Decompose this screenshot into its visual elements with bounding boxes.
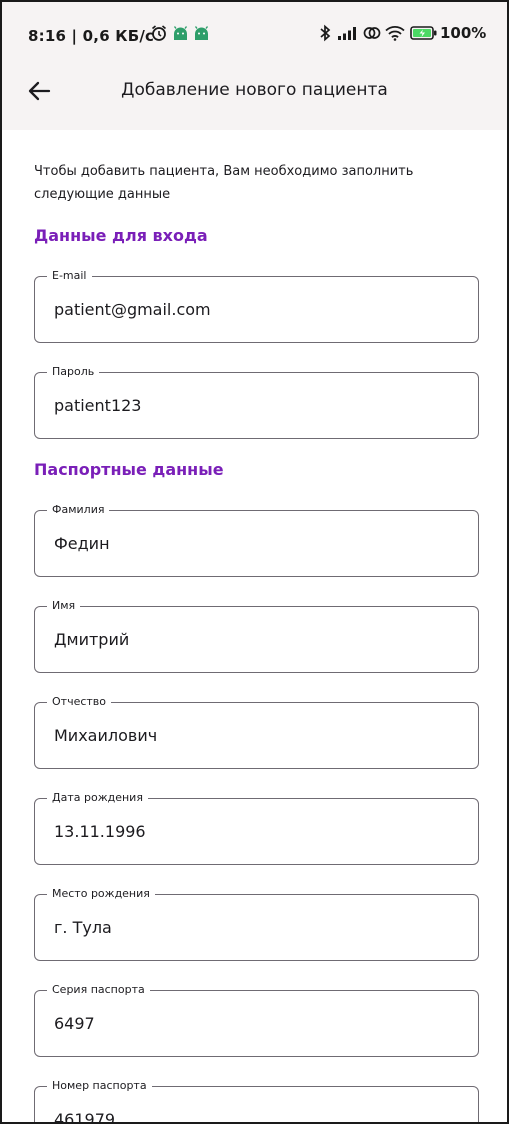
patronymic-field-value[interactable]: Михаилович bbox=[54, 726, 157, 746]
page-title: Добавление нового пациента bbox=[121, 80, 388, 100]
last-name-field[interactable]: Фамилия Федин bbox=[34, 503, 479, 577]
password-field-value[interactable]: patient123 bbox=[54, 396, 141, 416]
patronymic-field-label: Отчество bbox=[47, 695, 112, 709]
email-field-label: E-mail bbox=[47, 269, 92, 283]
first-name-field-label: Имя bbox=[47, 599, 81, 613]
bluetooth-icon bbox=[318, 24, 332, 42]
passport-number-field-value[interactable]: 461979 bbox=[54, 1110, 115, 1122]
password-field-label: Пароль bbox=[47, 365, 100, 379]
patronymic-field[interactable]: Отчество Михаилович bbox=[34, 695, 479, 769]
intro-text: Чтобы добавить пациента, Вам необходимо … bbox=[34, 164, 414, 202]
signal-icon bbox=[337, 25, 359, 41]
last-name-field-label: Фамилия bbox=[47, 503, 110, 517]
birth-date-field[interactable]: Дата рождения 13.11.1996 bbox=[34, 791, 479, 865]
first-name-field-value[interactable]: Дмитрий bbox=[54, 630, 129, 650]
battery-percent: 100% bbox=[440, 24, 487, 42]
status-time: 8:16 bbox=[28, 27, 67, 45]
status-time-and-speed: 8:16 | 0,6 КБ/с bbox=[28, 27, 155, 45]
birth-date-field-label: Дата рождения bbox=[47, 791, 148, 805]
last-name-field-value[interactable]: Федин bbox=[54, 534, 110, 554]
android-icon bbox=[193, 25, 210, 41]
passport-number-field-label: Номер паспорта bbox=[47, 1079, 152, 1093]
passport-series-field-value[interactable]: 6497 bbox=[54, 1014, 95, 1034]
first-name-field[interactable]: Имя Дмитрий bbox=[34, 599, 479, 673]
passport-series-field-label: Серия паспорта bbox=[47, 983, 150, 997]
passport-series-field[interactable]: Серия паспорта 6497 bbox=[34, 983, 479, 1057]
battery-charging-icon bbox=[410, 25, 438, 41]
android-icon bbox=[172, 25, 189, 41]
status-network-speed: 0,6 КБ/с bbox=[82, 27, 155, 45]
birth-date-field-value[interactable]: 13.11.1996 bbox=[54, 822, 146, 842]
email-field[interactable]: E-mail patient@gmail.com bbox=[34, 269, 479, 343]
status-bar: 8:16 | 0,6 КБ/с 100% bbox=[2, 2, 507, 64]
birth-place-field-label: Место рождения bbox=[47, 887, 155, 901]
password-field[interactable]: Пароль patient123 bbox=[34, 365, 479, 439]
hotspot-icon bbox=[363, 25, 381, 41]
birth-place-field[interactable]: Место рождения г. Тула bbox=[34, 887, 479, 961]
alarm-icon bbox=[150, 24, 168, 42]
email-field-value[interactable]: patient@gmail.com bbox=[54, 300, 211, 320]
passport-number-field[interactable]: Номер паспорта 461979 bbox=[34, 1079, 479, 1122]
app-screen: 8:16 | 0,6 КБ/с 100% Добавление нового п… bbox=[0, 0, 509, 1124]
status-left-icons bbox=[150, 24, 210, 42]
wifi-icon bbox=[385, 25, 405, 41]
section-title-passport: Паспортные данные bbox=[34, 460, 224, 479]
birth-place-field-value[interactable]: г. Тула bbox=[54, 918, 112, 938]
status-right-icons: 100% bbox=[318, 24, 486, 42]
section-title-login: Данные для входа bbox=[34, 226, 208, 245]
